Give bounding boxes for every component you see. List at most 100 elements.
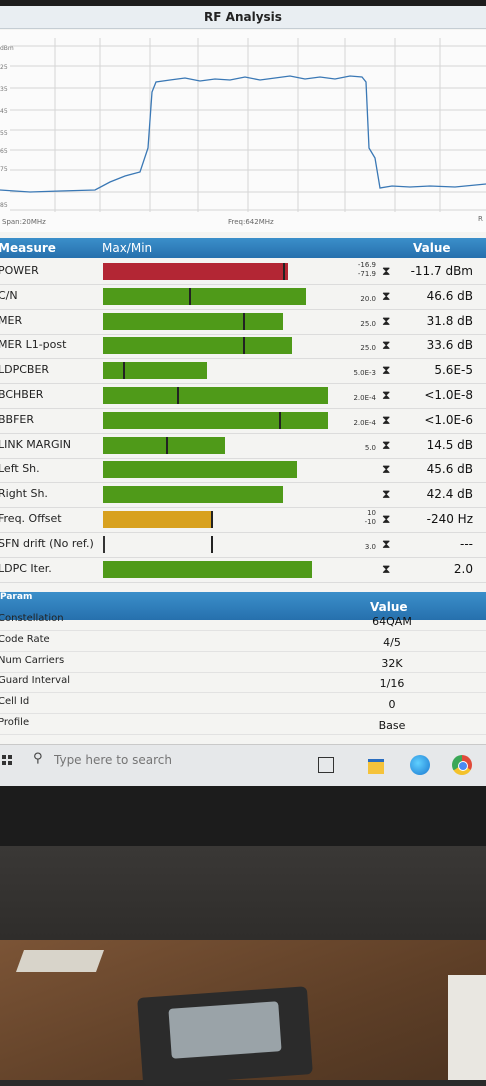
level-bar xyxy=(103,411,328,429)
measure-name: MER xyxy=(0,313,23,327)
measure-value: --- xyxy=(460,536,473,551)
measure-row: C/N 20.0 ⧗ 46.6 dB xyxy=(0,284,486,310)
param-row: Num Carriers 32K xyxy=(0,652,486,673)
level-bar xyxy=(103,486,283,504)
minmax-arrows-icon: ⧗ xyxy=(382,264,391,278)
title-bar: RF Analysis xyxy=(0,6,486,29)
limit-bottom: 5.0E-3 xyxy=(353,369,376,378)
limit-bottom: 5.0 xyxy=(364,443,376,452)
task-view-icon[interactable] xyxy=(318,757,334,773)
minmax-arrows-icon: ⧗ xyxy=(382,536,391,551)
minmax-arrows-icon: ⧗ xyxy=(382,437,391,452)
level-marker xyxy=(123,362,125,380)
paper-scrap xyxy=(15,950,105,972)
measure-row: SFN drift (No ref.) 3.0 ⧗ --- xyxy=(0,532,486,558)
limit-top: 10 xyxy=(367,509,376,517)
measure-name: BBFER xyxy=(0,412,35,426)
limit-bottom: -71.9 xyxy=(357,270,376,278)
limit-bottom: 20.0 xyxy=(360,294,376,303)
level-marker xyxy=(189,287,191,305)
freq-label: Freq:642MHz xyxy=(228,218,274,226)
limit-bottom: 25.0 xyxy=(360,344,376,353)
level-bar xyxy=(103,337,292,355)
level-bar xyxy=(103,387,328,404)
file-explorer-icon[interactable] xyxy=(368,759,384,774)
limit-bottom: 2.0E-4 xyxy=(353,418,376,427)
measure-name: SFN drift (No ref.) xyxy=(0,536,94,550)
measure-value: 42.4 dB xyxy=(426,487,473,502)
windows-start-icon[interactable] xyxy=(2,755,12,765)
measure-name: BCHBER xyxy=(0,388,44,401)
measure-name: Freq. Offset xyxy=(0,512,62,525)
level-bar xyxy=(103,511,211,528)
level-marker xyxy=(177,387,179,404)
level-bar xyxy=(103,362,207,380)
app-title: RF Analysis xyxy=(204,10,282,24)
measure-row: BBFER 2.0E-4 ⧗ <1.0E-6 xyxy=(0,408,486,434)
monitor-stand xyxy=(0,846,486,946)
param-name: Profile xyxy=(0,717,30,728)
measure-value: 2.0 xyxy=(453,561,473,576)
value-column-header: Value xyxy=(413,241,451,255)
limit-bottom: 25.0 xyxy=(360,319,376,328)
param-name: Guard Interval xyxy=(0,675,70,687)
measure-value: 31.8 dB xyxy=(426,313,473,328)
monitor-bezel xyxy=(0,786,486,846)
search-icon: ⚲ xyxy=(33,751,43,766)
level-marker xyxy=(211,535,213,553)
search-input[interactable] xyxy=(52,752,296,768)
param-value: Base xyxy=(378,719,406,732)
param-name: Constellation xyxy=(0,613,64,624)
measure-value: 33.6 dB xyxy=(426,338,473,353)
level-marker xyxy=(243,337,245,355)
param-value: 0 xyxy=(388,698,396,712)
param-column-header: Param xyxy=(0,592,33,602)
measure-header: Measure Max/Min Value xyxy=(0,238,486,258)
taskbar-search[interactable]: ⚲ xyxy=(30,749,300,775)
minmax-arrows-icon: ⧗ xyxy=(382,288,391,303)
level-bar xyxy=(103,436,225,454)
minmax-arrows-icon: ⧗ xyxy=(382,313,391,328)
measure-name: Right Sh. xyxy=(0,487,48,501)
measure-name: Left Sh. xyxy=(0,462,40,476)
param-row: Constellation 64QAM xyxy=(0,610,486,631)
level-marker xyxy=(166,436,168,454)
minmax-arrows-icon: ⧗ xyxy=(382,338,391,353)
taskbar: ⚲ xyxy=(0,744,486,786)
edge-browser-icon[interactable] xyxy=(410,755,430,775)
param-name: Cell Id xyxy=(0,696,30,708)
measure-name: LDPCBER xyxy=(0,363,50,377)
measure-value: -11.7 dBm xyxy=(410,264,473,278)
minmax-arrows-icon: ⧗ xyxy=(382,487,391,502)
level-bar xyxy=(103,312,283,330)
measure-row: Freq. Offset 10 -10 ⧗ -240 Hz xyxy=(0,507,486,533)
paper-sheet xyxy=(448,975,486,1080)
measure-value: <1.0E-8 xyxy=(424,388,473,402)
spectrum-trace xyxy=(0,38,486,212)
measure-row: BCHBER 2.0E-4 ⧗ <1.0E-8 xyxy=(0,383,486,409)
measure-row: POWER -16.9 -71.9 ⧗ -11.7 dBm xyxy=(0,259,486,285)
level-marker xyxy=(243,312,245,330)
param-row: Cell Id 0 xyxy=(0,693,486,715)
measure-column-header: Measure xyxy=(0,241,56,255)
measure-value: 14.5 dB xyxy=(426,437,473,452)
measure-row: MER L1-post 25.0 ⧗ 33.6 dB xyxy=(0,333,486,360)
span-label: Span:20MHz xyxy=(2,218,46,226)
measure-name: LDPC Iter. xyxy=(0,561,52,575)
param-row: Profile Base xyxy=(0,714,486,735)
level-bar xyxy=(103,461,297,479)
minmax-arrows-icon: ⧗ xyxy=(382,462,391,477)
chrome-browser-icon[interactable] xyxy=(452,755,472,775)
measure-name: POWER xyxy=(0,264,39,277)
measure-row: LDPCBER 5.0E-3 ⧗ 5.6E-5 xyxy=(0,358,486,385)
measure-row: LINK MARGIN 5.0 ⧗ 14.5 dB xyxy=(0,433,486,459)
measure-row: Right Sh. ⧗ 42.4 dB xyxy=(0,482,486,509)
param-row: Guard Interval 1/16 xyxy=(0,672,486,694)
param-name: Code Rate xyxy=(0,633,50,645)
param-value: 64QAM xyxy=(372,615,412,628)
level-marker xyxy=(283,263,285,280)
measure-value: -240 Hz xyxy=(426,512,473,526)
right-label: R xyxy=(478,215,483,223)
tape-cassette-window xyxy=(168,1001,282,1059)
maxmin-column-header: Max/Min xyxy=(102,241,153,255)
